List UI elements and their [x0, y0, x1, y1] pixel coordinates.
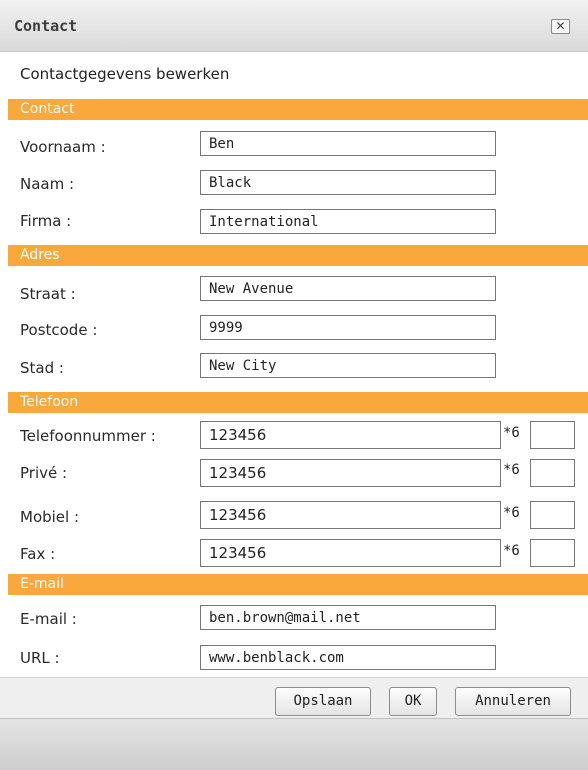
stad-label: Stad :: [20, 359, 64, 377]
prive-input[interactable]: [200, 459, 501, 487]
mobiel-ext-label: *6: [503, 505, 520, 521]
dialog-statusbar: [0, 718, 588, 770]
firma-input[interactable]: [200, 209, 496, 234]
naam-input[interactable]: [200, 170, 496, 195]
telefoonnummer-input[interactable]: [200, 421, 501, 449]
fax-label: Fax :: [20, 545, 56, 563]
email-label: E-mail :: [20, 610, 77, 628]
mobiel-ext-input[interactable]: [530, 501, 575, 529]
mobiel-label: Mobiel :: [20, 508, 80, 526]
cancel-button[interactable]: Annuleren: [455, 687, 571, 716]
section-header-email: E-mail: [8, 574, 588, 595]
email-input[interactable]: [200, 605, 496, 630]
close-icon[interactable]: ✕: [551, 19, 570, 34]
straat-input[interactable]: [200, 276, 496, 301]
telefoonnummer-ext-input[interactable]: [530, 421, 575, 449]
url-label: URL :: [20, 649, 60, 667]
straat-label: Straat :: [20, 285, 76, 303]
voornaam-label: Voornaam :: [20, 138, 106, 156]
save-button[interactable]: Opslaan: [275, 687, 371, 716]
dialog-title: Contact: [14, 17, 78, 35]
ok-button[interactable]: OK: [389, 687, 437, 716]
fax-ext-label: *6: [503, 543, 520, 559]
fax-ext-input[interactable]: [530, 539, 575, 567]
telefoonnummer-ext-label: *6: [503, 425, 520, 441]
dialog-subtitle: Contactgegevens bewerken: [20, 65, 230, 83]
voornaam-input[interactable]: [200, 131, 496, 156]
prive-ext-label: *6: [503, 462, 520, 478]
postcode-label: Postcode :: [20, 321, 98, 339]
section-header-telefoon: Telefoon: [8, 392, 588, 413]
mobiel-input[interactable]: [200, 501, 501, 529]
dialog-titlebar: Contact ✕: [0, 0, 588, 52]
telefoonnummer-label: Telefoonnummer :: [20, 427, 156, 445]
section-header-contact: Contact: [8, 99, 588, 120]
prive-ext-input[interactable]: [530, 459, 575, 487]
prive-label: Privé :: [20, 464, 68, 482]
url-input[interactable]: [200, 645, 496, 670]
naam-label: Naam :: [20, 175, 75, 193]
firma-label: Firma :: [20, 212, 72, 230]
stad-input[interactable]: [200, 353, 496, 378]
section-header-adres: Adres: [8, 245, 588, 266]
fax-input[interactable]: [200, 539, 501, 567]
postcode-input[interactable]: [200, 315, 496, 340]
